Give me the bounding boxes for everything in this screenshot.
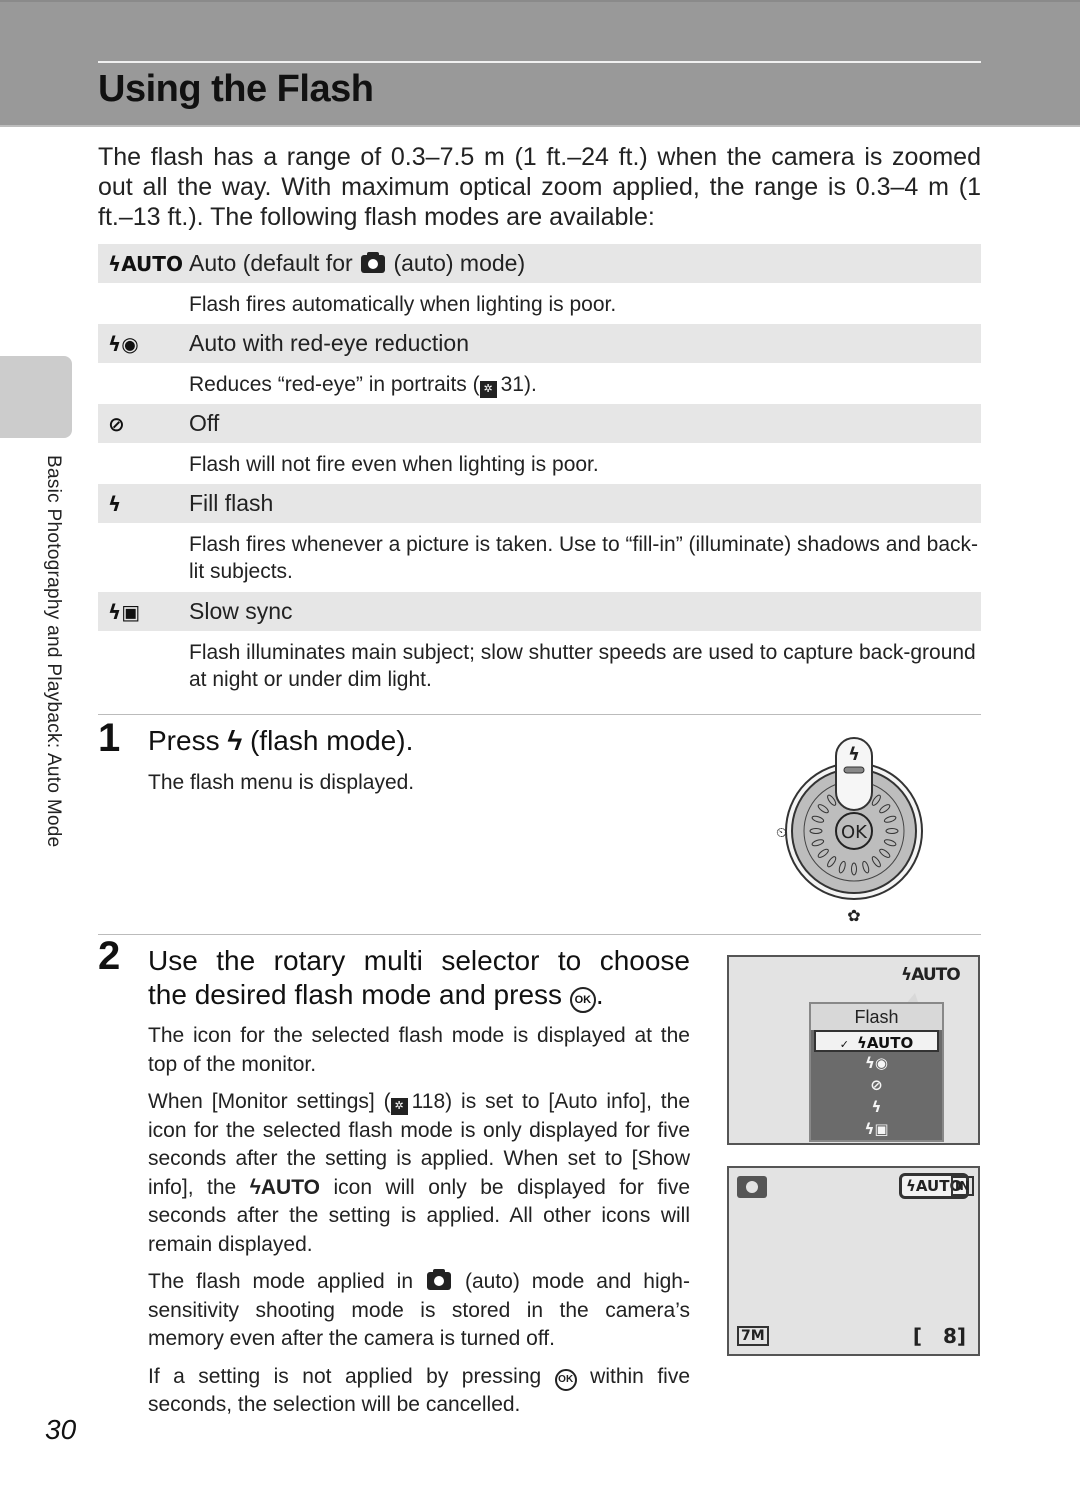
step-number: 1 bbox=[98, 716, 121, 760]
mode-name: Slow sync bbox=[189, 598, 293, 624]
step-number: 2 bbox=[98, 934, 121, 978]
rotary-multi-selector: ϟ OK ⏲ ✿ bbox=[776, 737, 923, 925]
page-number: 30 bbox=[45, 1414, 77, 1445]
menu-item-off: ⊘ bbox=[870, 1076, 883, 1094]
ok-button-icon: OK bbox=[554, 1368, 577, 1391]
auto-mode-icon bbox=[737, 1176, 767, 1198]
ok-button-icon: OK bbox=[569, 987, 596, 1013]
monitor-flash-menu: ϟAUTO Flash ✓ ϟAUTO ϟ◉ ⊘ ϟ ϟ▣ bbox=[727, 955, 980, 1145]
mode-row-red-eye: ϟ◉ Auto with red-eye reduction bbox=[98, 323, 981, 363]
camera-icon bbox=[426, 1269, 451, 1290]
flash-auto-icon: ϟAUTO bbox=[901, 965, 961, 985]
flash-mode-table: ϟAUTO Auto (default for (auto) mode) Fla… bbox=[98, 243, 981, 699]
slow-sync-icon: ϟ▣ bbox=[108, 599, 141, 624]
image-size-icon: 7M bbox=[737, 1326, 769, 1346]
step-title: Use the rotary multi selector to choose … bbox=[148, 944, 690, 1013]
menu-item-red-eye: ϟ◉ bbox=[865, 1054, 888, 1072]
intro-paragraph: The flash has a range of 0.3–7.5 m (1 ft… bbox=[98, 143, 981, 231]
mode-row-off: ⊘ Off bbox=[98, 403, 981, 443]
mode-name: Auto with red-eye reduction bbox=[189, 330, 469, 356]
dial-top-nub bbox=[843, 766, 865, 774]
mode-description: Reduces “red-eye” in portraits (✲ 31). bbox=[98, 363, 981, 403]
mode-description: Flash fires whenever a picture is taken.… bbox=[98, 523, 981, 591]
mode-row-auto: ϟAUTO Auto (default for (auto) mode) bbox=[98, 243, 981, 283]
check-icon: ✓ bbox=[839, 1038, 849, 1051]
page-reference-icon: ✲ bbox=[390, 1098, 408, 1115]
flash-red-eye-icon: ϟ◉ bbox=[108, 331, 139, 356]
header-band: Using the Flash bbox=[0, 0, 1080, 127]
step-title: Press ϟ (flash mode). bbox=[148, 725, 414, 756]
mode-name: Auto (default for (auto) mode) bbox=[189, 250, 526, 276]
exposures-remaining: [ 8] bbox=[912, 1324, 966, 1348]
mode-description: Flash fires automatically when lighting … bbox=[98, 283, 981, 323]
flash-auto-icon: ϟAUTO bbox=[108, 251, 183, 276]
menu-item-auto: ✓ ϟAUTO bbox=[814, 1030, 939, 1052]
mode-description: Flash will not fire even when lighting i… bbox=[98, 443, 981, 483]
mode-description: Flash illuminates main subject; slow shu… bbox=[98, 631, 981, 699]
divider bbox=[98, 934, 981, 935]
flash-off-icon: ⊘ bbox=[108, 411, 125, 436]
self-timer-icon: ⏲ bbox=[776, 825, 787, 841]
monitor-shooting-display: ϟAUTO IN 7M [ 8] bbox=[727, 1166, 980, 1356]
page-reference-icon: ✲ bbox=[479, 381, 497, 398]
flash-icon: ϟ bbox=[227, 725, 243, 756]
header-rule bbox=[98, 61, 981, 63]
camera-icon bbox=[361, 252, 386, 273]
page-title: Using the Flash bbox=[98, 68, 374, 110]
mode-row-slow-sync: ϟ▣ Slow sync bbox=[98, 591, 981, 631]
flash-menu: Flash ✓ ϟAUTO ϟ◉ ⊘ ϟ ϟ▣ bbox=[809, 1002, 944, 1142]
step-body: The icon for the selected flash mode is … bbox=[148, 1024, 690, 1416]
flash-auto-icon: ϟAUTO bbox=[249, 1175, 320, 1199]
mode-row-fill-flash: ϟ Fill flash bbox=[98, 483, 981, 523]
mode-name: Fill flash bbox=[189, 490, 274, 516]
menu-item-slow-sync: ϟ▣ bbox=[864, 1120, 889, 1138]
internal-memory-icon: IN bbox=[951, 1176, 974, 1196]
macro-icon: ✿ bbox=[847, 906, 860, 925]
divider bbox=[98, 714, 981, 715]
menu-title: Flash bbox=[811, 1004, 942, 1030]
step-body: The flash menu is displayed. bbox=[148, 771, 415, 794]
flash-icon: ϟ bbox=[848, 744, 860, 765]
menu-item-fill-flash: ϟ bbox=[871, 1098, 882, 1116]
section-tab bbox=[0, 356, 72, 438]
ok-label: OK bbox=[841, 822, 868, 843]
section-label: Basic Photography and Playback: Auto Mod… bbox=[43, 455, 64, 848]
fill-flash-icon: ϟ bbox=[108, 491, 122, 516]
mode-name: Off bbox=[189, 410, 220, 436]
